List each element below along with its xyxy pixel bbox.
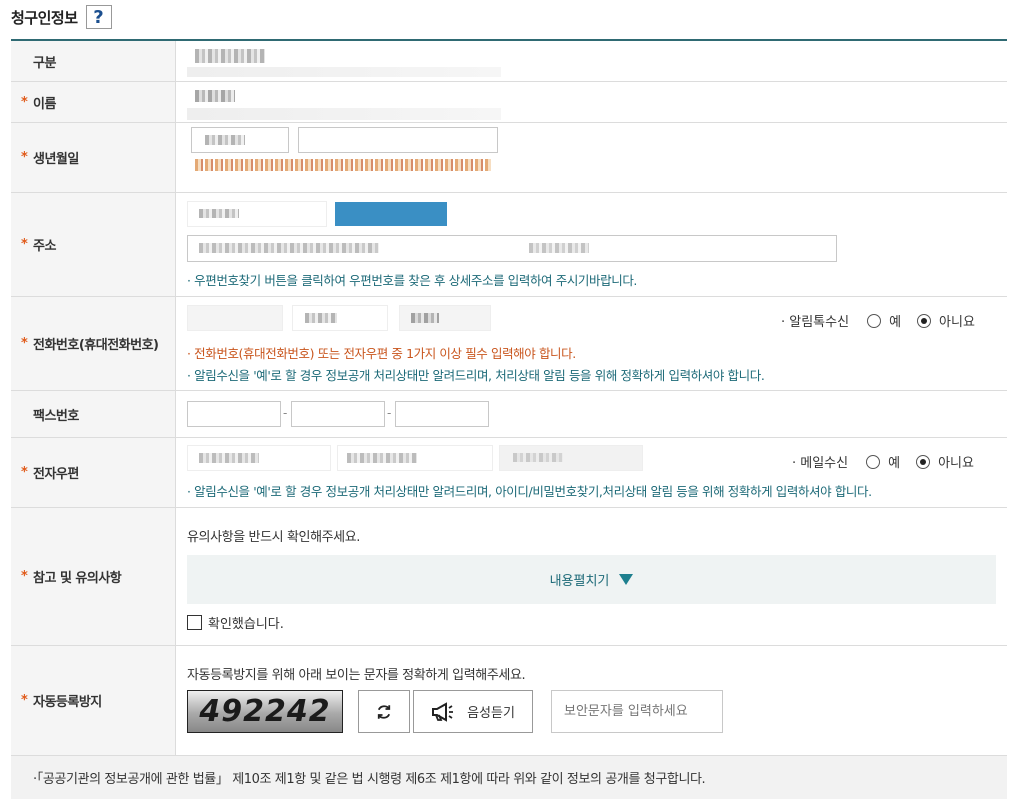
triangle-down-icon	[619, 574, 634, 585]
captcha-instruction: 자동등록방지를 위해 아래 보이는 문자를 정확하게 입력해주세요.	[187, 668, 526, 683]
captcha-image: 492242	[187, 690, 343, 733]
name-value	[177, 82, 1007, 122]
mail-yes-option[interactable]: 예	[866, 452, 900, 471]
label-email: * 전자우편	[11, 438, 176, 507]
email-domain-blurred	[347, 453, 417, 463]
kakao-no-radio[interactable]	[917, 313, 932, 328]
section-title: 청구인정보	[11, 8, 78, 27]
notice-value: 유의사항을 반드시 확인해주세요. 내용펼치기 확인했습니다.	[177, 508, 1007, 645]
fax-part2-input[interactable]	[291, 401, 385, 427]
fax-value: - -	[177, 391, 1007, 437]
name-blur-strip	[187, 108, 501, 120]
email-value: · 메일수신 예 아니요 · 알림수신을 '예'로 할 경우 정보공개 처리상태…	[177, 438, 1007, 507]
birth-year-blurred	[205, 135, 245, 145]
legal-footer: ·「공공기관의 정보공개에 관한 법률」 제10조 제1항 및 같은 법 시행령…	[11, 756, 1007, 799]
mail-yes-radio[interactable]	[866, 454, 881, 469]
audio-captcha-button[interactable]: 음성듣기	[413, 690, 533, 733]
category-text-blurred	[195, 49, 265, 63]
megaphone-icon	[432, 701, 454, 722]
address-note: · 우편번호찾기 버튼을 클릭하여 우편번호를 찾은 후 상세주소를 입력하여 …	[187, 273, 638, 288]
notice-text: 유의사항을 반드시 확인해주세요.	[187, 530, 361, 545]
refresh-icon	[377, 704, 391, 719]
label-notice: * 참고 및 유의사항	[11, 508, 176, 645]
refresh-captcha-button[interactable]	[358, 690, 410, 733]
help-button[interactable]: ?	[85, 5, 112, 29]
confirm-checkbox[interactable]	[187, 615, 202, 630]
phone-note-required: · 전화번호(휴대전화번호) 또는 전자우편 중 1가지 이상 필수 입력해야 …	[187, 346, 576, 361]
row-birth: * 생년월일	[11, 123, 1007, 193]
captcha-input[interactable]	[551, 690, 723, 733]
address-detail-blurred	[529, 243, 589, 253]
postcode-blurred	[199, 209, 239, 218]
row-captcha: * 자동등록방지 자동등록방지를 위해 아래 보이는 문자를 정확하게 입력해주세…	[11, 646, 1007, 756]
label-birth: * 생년월일	[11, 123, 176, 192]
kakao-radio-group: · 알림톡수신 예 아니요	[781, 311, 975, 330]
row-name: * 이름	[11, 82, 1007, 123]
requester-form: 구분 * 이름 * 생년월일 * 주소 · 우편번호찾기 버튼을 클릭하여 우편…	[11, 39, 1007, 799]
phone-value: · 알림톡수신 예 아니요 · 전화번호(휴대전화번호) 또는 전자우편 중 1…	[177, 297, 1007, 390]
category-value	[177, 41, 1007, 81]
row-notice: * 참고 및 유의사항 유의사항을 반드시 확인해주세요. 내용펼치기 확인했습니…	[11, 508, 1007, 646]
phone-note-alert: · 알림수신을 '예'로 할 경우 정보공개 처리상태만 알려드리며, 처리상태…	[187, 368, 765, 383]
email-id-blurred	[199, 453, 259, 463]
label-phone: * 전화번호(휴대전화번호)	[11, 297, 176, 390]
label-address: * 주소	[11, 193, 176, 296]
row-phone: * 전화번호(휴대전화번호) · 알림톡수신 예 아니요 · 전화번호(휴대전화번…	[11, 297, 1007, 391]
address-value: · 우편번호찾기 버튼을 클릭하여 우편번호를 찾은 후 상세주소를 입력하여 …	[177, 193, 1007, 296]
confirm-checkbox-group[interactable]: 확인했습니다.	[187, 613, 284, 632]
address-blurred	[199, 243, 379, 253]
birth-note-blurred	[195, 159, 491, 171]
row-fax: 팩스번호 - -	[11, 391, 1007, 438]
phone-part1-input[interactable]	[187, 305, 283, 331]
fax-part3-input[interactable]	[395, 401, 489, 427]
phone-part3-blurred	[411, 313, 439, 323]
section-header: 청구인정보 ?	[11, 4, 112, 30]
phone-part2-blurred	[305, 313, 337, 323]
category-blur-strip	[187, 67, 501, 77]
kakao-no-option[interactable]: 아니요	[917, 311, 975, 330]
kakao-yes-radio[interactable]	[867, 313, 882, 328]
mail-no-option[interactable]: 아니요	[916, 452, 974, 471]
expand-content-button[interactable]: 내용펼치기	[187, 555, 996, 604]
row-email: * 전자우편 · 메일수신 예 아니요 · 알림수신을 '예'로 할 경우 정보공…	[11, 438, 1007, 508]
find-postcode-button[interactable]	[335, 202, 447, 226]
fax-part1-input[interactable]	[187, 401, 281, 427]
birth-date-input[interactable]	[298, 127, 498, 153]
row-category: 구분	[11, 41, 1007, 82]
label-name: * 이름	[11, 82, 176, 122]
label-captcha: * 자동등록방지	[11, 646, 176, 755]
mail-no-radio[interactable]	[916, 454, 931, 469]
kakao-yes-option[interactable]: 예	[867, 311, 901, 330]
birth-value	[177, 123, 1007, 192]
email-domain-select-blurred	[513, 453, 563, 462]
label-category: 구분	[11, 41, 176, 81]
captcha-value: 자동등록방지를 위해 아래 보이는 문자를 정확하게 입력해주세요. 49224…	[177, 646, 1007, 755]
mail-radio-group: · 메일수신 예 아니요	[792, 452, 974, 471]
label-fax: 팩스번호	[11, 391, 176, 437]
row-address: * 주소 · 우편번호찾기 버튼을 클릭하여 우편번호를 찾은 후 상세주소를 입…	[11, 193, 1007, 297]
email-note: · 알림수신을 '예'로 할 경우 정보공개 처리상태만 알려드리며, 아이디/…	[187, 484, 872, 499]
name-text-blurred	[195, 90, 235, 102]
